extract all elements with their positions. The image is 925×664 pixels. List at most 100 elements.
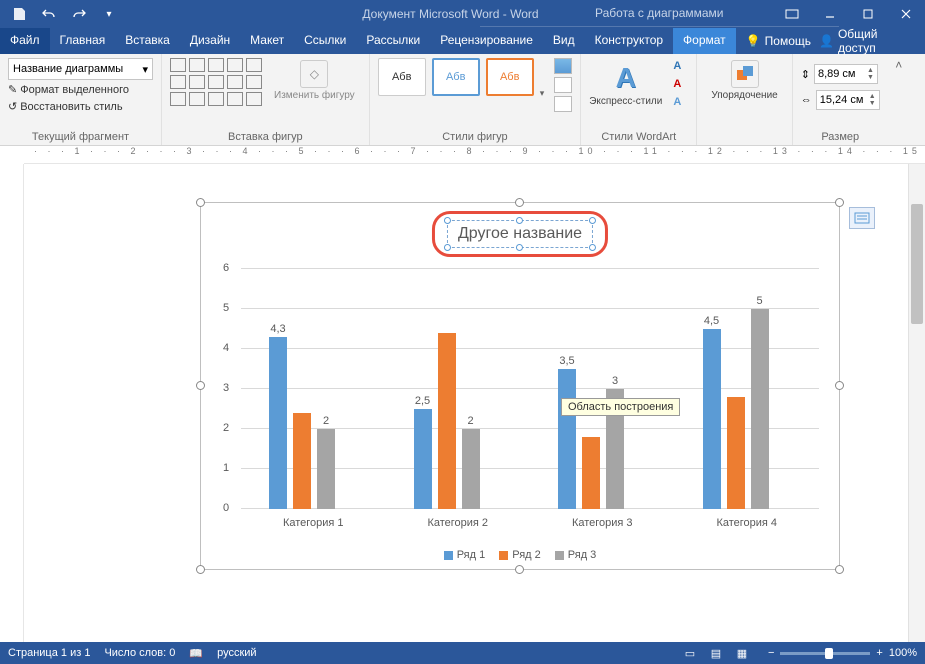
read-mode-icon[interactable]: ▭ [678, 644, 702, 662]
horizontal-ruler[interactable]: · · · 1 · · · 2 · · · 3 · · · 4 · · · 5 … [24, 146, 925, 164]
tab-mailings[interactable]: Рассылки [356, 28, 430, 54]
tab-review[interactable]: Рецензирование [430, 28, 543, 54]
legend[interactable]: Ряд 1 Ряд 2 Ряд 3 [201, 549, 839, 561]
qat-customize-icon[interactable]: ▾ [96, 2, 122, 26]
proofing-icon[interactable]: 📖 [189, 647, 203, 660]
data-label: 4,3 [263, 323, 293, 335]
zoom-level[interactable]: 100% [889, 647, 917, 659]
tab-home[interactable]: Главная [50, 28, 116, 54]
resize-handle[interactable] [835, 198, 844, 207]
document-area[interactable]: Другое название 01234564,32Категория 12,… [24, 164, 925, 642]
tab-layout[interactable]: Макет [240, 28, 294, 54]
shape-gallery[interactable] [170, 58, 262, 106]
maximize-icon[interactable] [849, 0, 887, 28]
shape-fill-button[interactable] [554, 58, 572, 74]
change-shape-button: ◇ Изменить фигуру [268, 58, 361, 103]
save-icon[interactable] [6, 2, 32, 26]
resize-handle[interactable] [196, 381, 205, 390]
ribbon: Название диаграммы▾ ✎Формат выделенного … [0, 54, 925, 146]
zoom-in-icon[interactable]: + [876, 647, 882, 659]
shape-effects-button[interactable] [554, 96, 572, 112]
resize-handle[interactable] [835, 381, 844, 390]
bar[interactable] [462, 429, 480, 509]
tell-me[interactable]: 💡Помощь [746, 34, 811, 48]
legend-item[interactable]: Ряд 1 [444, 549, 486, 561]
print-layout-icon[interactable]: ▤ [704, 644, 728, 662]
tab-design[interactable]: Дизайн [180, 28, 240, 54]
legend-item[interactable]: Ряд 3 [555, 549, 597, 561]
y-tick-label: 3 [223, 382, 229, 394]
text-effects-button[interactable]: A [666, 94, 688, 110]
group-arrange: Упорядочение [697, 54, 792, 145]
bar[interactable] [269, 337, 287, 509]
data-label: 3,5 [552, 355, 582, 367]
vertical-ruler[interactable] [0, 164, 24, 642]
change-shape-icon: ◇ [300, 60, 328, 88]
chart-element-selector[interactable]: Название диаграммы▾ [8, 58, 153, 80]
text-outline-button[interactable]: A [666, 76, 688, 92]
word-count[interactable]: Число слов: 0 [104, 647, 175, 659]
scrollbar-thumb[interactable] [911, 204, 923, 324]
tab-chart-design[interactable]: Конструктор [585, 28, 673, 54]
zoom-control[interactable]: − + 100% [768, 647, 917, 659]
bar[interactable] [293, 413, 311, 509]
width-field[interactable]: ⇔ 15,24 см▲▼ [801, 90, 880, 110]
share-button[interactable]: 👤Общий доступ [819, 27, 915, 55]
legend-item[interactable]: Ряд 2 [499, 549, 541, 561]
reset-style-button[interactable]: ↺Восстановить стиль [8, 99, 153, 114]
bar[interactable] [438, 333, 456, 509]
redo-icon[interactable] [66, 2, 92, 26]
resize-handle[interactable] [515, 565, 524, 574]
resize-handle[interactable] [835, 565, 844, 574]
bar[interactable] [703, 329, 721, 509]
page-indicator[interactable]: Страница 1 из 1 [8, 647, 90, 659]
shape-style-1[interactable]: Абв [378, 58, 426, 96]
chart-title-container: Другое название [432, 211, 608, 257]
resize-handle[interactable] [515, 198, 524, 207]
format-selection-button[interactable]: ✎Формат выделенного [8, 82, 153, 97]
tab-format[interactable]: Формат [673, 28, 736, 54]
contextual-tab-title: Работа с диаграммами [480, 0, 839, 27]
text-fill-button[interactable]: A [666, 58, 688, 74]
wordart-gallery[interactable]: A [616, 62, 636, 94]
resize-handle[interactable] [196, 198, 205, 207]
bar[interactable] [727, 397, 745, 509]
chart-object[interactable]: Другое название 01234564,32Категория 12,… [200, 202, 840, 570]
chart-title[interactable]: Другое название [458, 225, 582, 242]
language-indicator[interactable]: русский [217, 647, 256, 659]
tab-references[interactable]: Ссылки [294, 28, 356, 54]
bar[interactable] [317, 429, 335, 509]
plot-area[interactable]: 01234564,32Категория 12,52Категория 23,5… [241, 268, 819, 509]
tooltip: Область построения [561, 398, 680, 416]
close-icon[interactable] [887, 0, 925, 28]
shape-style-gallery[interactable]: Абв Абв Абв [378, 58, 534, 96]
bar[interactable] [751, 309, 769, 509]
bar[interactable] [414, 409, 432, 509]
chart-title-selection[interactable]: Другое название [447, 220, 593, 248]
shape-style-3[interactable]: Абв [486, 58, 534, 96]
legend-label: Ряд 3 [568, 549, 597, 561]
zoom-out-icon[interactable]: − [768, 647, 774, 659]
height-field[interactable]: ⇕ 8,89 см▲▼ [801, 64, 880, 84]
shape-style-2[interactable]: Абв [432, 58, 480, 96]
vertical-scrollbar[interactable] [908, 164, 925, 642]
tab-file[interactable]: Файл [0, 28, 50, 54]
tab-insert[interactable]: Вставка [115, 28, 180, 54]
data-label: 3 [600, 375, 630, 387]
tab-view[interactable]: Вид [543, 28, 585, 54]
bar[interactable] [582, 437, 600, 509]
category-label: Категория 1 [241, 517, 386, 529]
arrange-button[interactable]: Упорядочение [705, 58, 783, 103]
category-label: Категория 4 [675, 517, 820, 529]
bar[interactable] [558, 369, 576, 509]
undo-icon[interactable] [36, 2, 62, 26]
gallery-more-icon[interactable]: ▾ [540, 88, 545, 99]
shape-outline-button[interactable] [554, 77, 572, 93]
layout-options-icon[interactable] [849, 207, 875, 229]
resize-handle[interactable] [196, 565, 205, 574]
zoom-slider[interactable] [780, 652, 870, 655]
format-icon: ✎ [8, 83, 17, 96]
web-layout-icon[interactable]: ▦ [730, 644, 754, 662]
collapse-ribbon-icon[interactable]: ˄ [888, 54, 910, 145]
data-label: 2 [311, 415, 341, 427]
